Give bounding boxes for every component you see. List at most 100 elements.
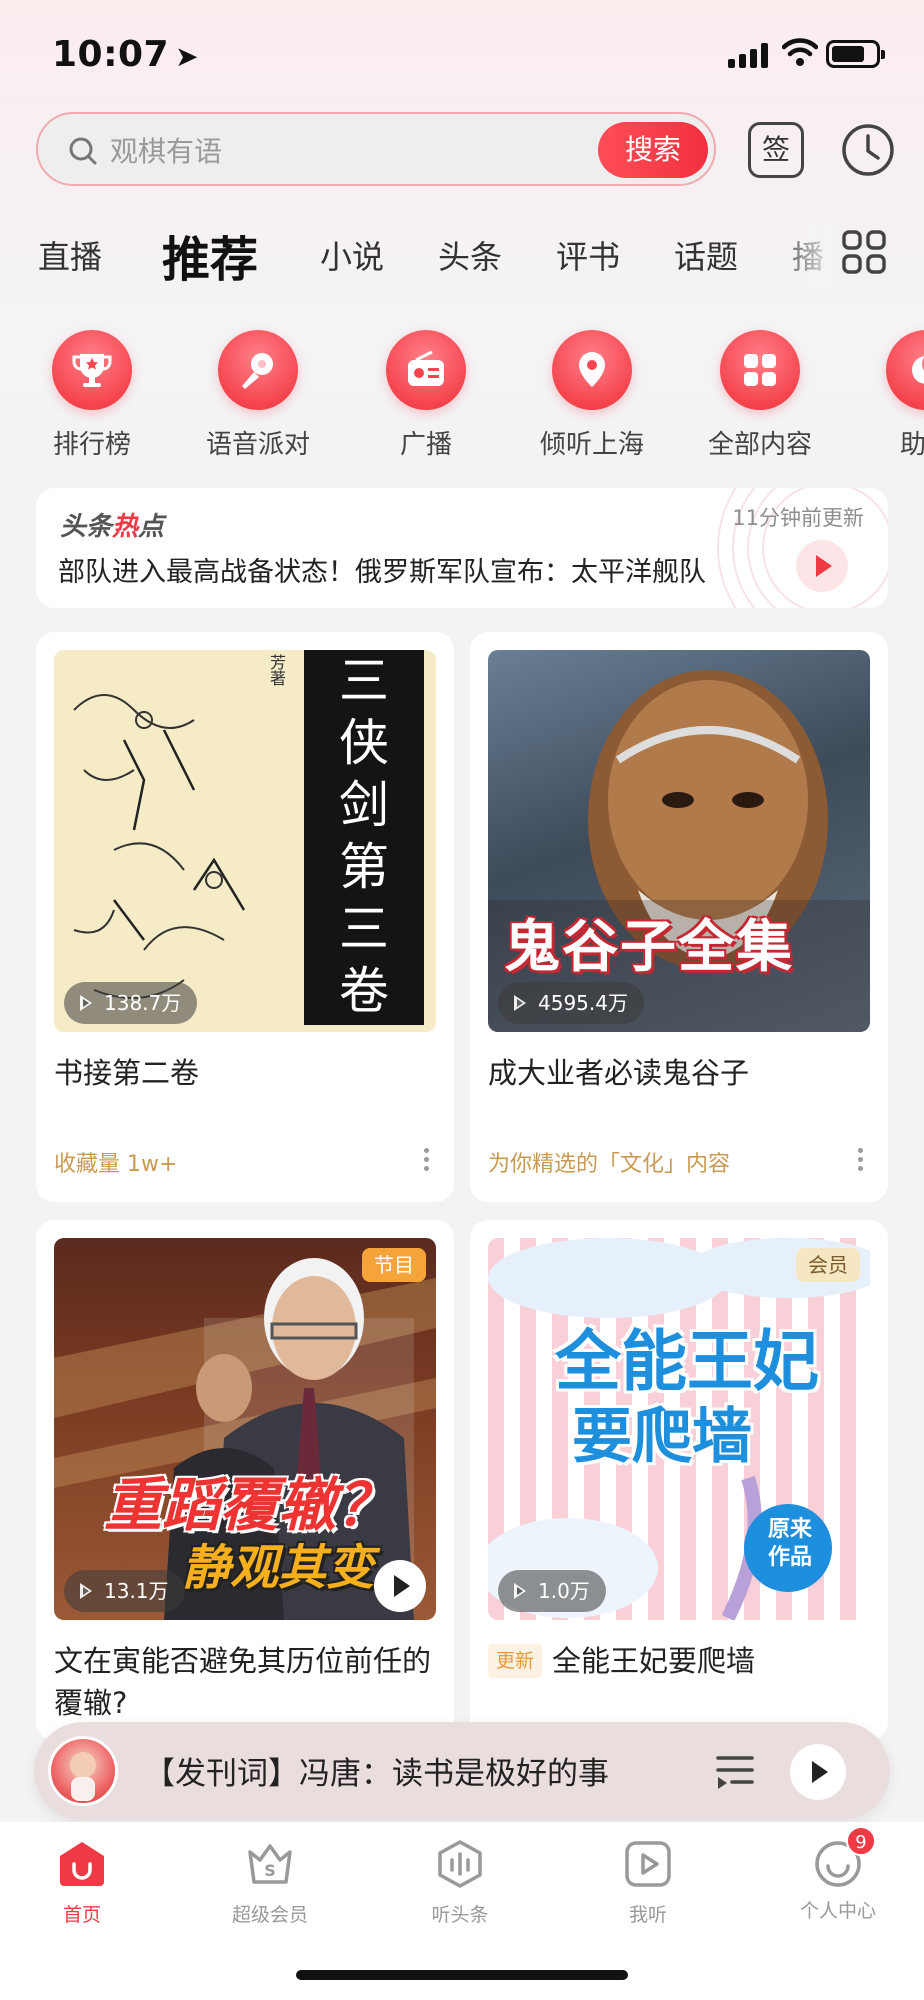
vip-crown-icon: S: [248, 1844, 292, 1884]
cover-title-line2: 要爬墙: [572, 1402, 752, 1472]
home-indicator: [296, 1970, 628, 1980]
notification-badge: 9: [846, 1826, 876, 1856]
brand-text: 头条: [60, 512, 113, 542]
hot-news-brand: 头条热点: [60, 506, 164, 543]
mini-player[interactable]: 【发刊词】冯唐：读书是极好的事: [34, 1722, 890, 1820]
category-ranking[interactable]: 排行榜: [32, 330, 152, 461]
cover-image: 三侠剑第三卷 芳著 138.7万: [54, 650, 436, 1032]
nav-label: 听头条: [431, 1904, 489, 1926]
cover-badge-text: 原来作品: [767, 1517, 812, 1570]
category-listen-shanghai[interactable]: 倾听上海: [532, 330, 652, 461]
content-card[interactable]: 鬼谷子全集 4595.4万 成大业者必读鬼谷子 为你精选的「文化」内容: [470, 632, 888, 1202]
status-time: 10:07 ➤: [52, 34, 199, 75]
search-icon: [69, 137, 97, 165]
cover-image: 重蹈覆辙？ 静观其变 节目 13.1万: [54, 1238, 436, 1620]
location-arrow-icon: ➤: [175, 40, 200, 73]
nav-my-listening[interactable]: 我听: [578, 1838, 718, 1927]
svg-text:S: S: [264, 1861, 276, 1880]
status-bar: 10:07 ➤: [0, 0, 924, 110]
play-square-icon: [625, 1841, 671, 1887]
nav-super-vip[interactable]: S 超级会员: [200, 1838, 340, 1927]
card-meta: 为你精选的「文化」内容: [488, 1152, 731, 1177]
card-title[interactable]: 全能王妃要爬墙: [552, 1640, 755, 1682]
moon-icon: [886, 330, 924, 410]
tab-fade: [768, 220, 838, 290]
sign-in-button[interactable]: 签: [748, 122, 804, 178]
play-count: 138.7万: [64, 982, 198, 1024]
cover-title-text: 三侠剑第三卷: [339, 652, 389, 1020]
cover-image: 鬼谷子全集 4595.4万: [488, 650, 870, 1032]
vip-tag: 会员: [796, 1248, 860, 1282]
card-title-row[interactable]: 更新 全能王妃要爬墙: [488, 1640, 870, 1682]
microphone-icon: [218, 330, 298, 410]
hot-news-headline[interactable]: 部队进入最高战备状态！俄罗斯军队宣布：太平洋舰队: [58, 550, 798, 589]
play-count: 1.0万: [498, 1570, 606, 1612]
nav-home[interactable]: 首页: [12, 1838, 152, 1927]
nav-label: 首页: [62, 1904, 101, 1926]
card-title[interactable]: 文在寅能否避免其历位前任的覆辙?: [54, 1640, 436, 1724]
nav-profile[interactable]: 9 个人中心: [768, 1826, 908, 1923]
now-playing-title[interactable]: 【发刊词】冯唐：读书是极好的事: [144, 1748, 704, 1793]
battery-icon: [826, 40, 885, 68]
category-label: 助眠: [899, 430, 924, 460]
tab-topics[interactable]: 话题: [674, 232, 738, 278]
playlist-icon[interactable]: [714, 1752, 756, 1792]
play-button-icon[interactable]: [374, 1560, 426, 1612]
content-card[interactable]: 全能王妃 要爬墙 原来作品 会员 1.0万 更新 全能王妃要爬墙: [470, 1220, 888, 1740]
update-tag: 更新: [488, 1644, 543, 1678]
cover-image: 全能王妃 要爬墙 原来作品 会员 1.0万: [488, 1238, 870, 1620]
tab-novel[interactable]: 小说: [320, 232, 384, 278]
more-options-icon[interactable]: [424, 1148, 430, 1174]
play-count: 13.1万: [64, 1570, 185, 1612]
nav-label: 超级会员: [231, 1904, 308, 1926]
home-icon: [60, 1842, 104, 1886]
tab-storytelling[interactable]: 评书: [556, 232, 620, 278]
radio-icon: [386, 330, 466, 410]
search-bar[interactable]: 观棋有语 搜索: [36, 112, 716, 186]
cover-author: 芳著: [267, 654, 286, 686]
all-channels-grid-icon[interactable]: [842, 230, 886, 274]
channel-tabs: 直播 推荐 小说 头条 评书 话题 播: [0, 220, 924, 296]
nav-label: 个人中心: [799, 1900, 876, 1922]
location-pin-icon: [552, 330, 632, 410]
card-meta: 收藏量 1w+: [54, 1152, 178, 1177]
category-label: 排行榜: [52, 430, 131, 460]
play-icon[interactable]: [796, 540, 848, 592]
category-label: 广播: [399, 430, 452, 460]
wifi-icon: [782, 38, 818, 66]
audio-wave-icon: [438, 1840, 482, 1888]
profile-icon: 9: [812, 1826, 876, 1890]
content-card[interactable]: 重蹈覆辙？ 静观其变 节目 13.1万 文在寅能否避免其历位前任的覆辙?: [36, 1220, 454, 1740]
category-radio[interactable]: 广播: [366, 330, 486, 461]
tab-recommend[interactable]: 推荐: [162, 220, 258, 296]
time-text: 10:07: [52, 34, 170, 75]
more-options-icon[interactable]: [858, 1148, 864, 1174]
search-placeholder[interactable]: 观棋有语: [110, 130, 222, 170]
cellular-signal-icon: [728, 42, 768, 68]
category-label: 全部内容: [707, 430, 812, 460]
category-all-content[interactable]: 全部内容: [700, 330, 820, 461]
avatar: [48, 1736, 118, 1806]
cover-title-text: 鬼谷子全集: [504, 915, 794, 980]
tab-headlines[interactable]: 头条: [438, 232, 502, 278]
hot-news-banner[interactable]: 头条热点 11分钟前更新 部队进入最高战备状态！俄罗斯军队宣布：太平洋舰队: [36, 488, 888, 608]
update-time: 11分钟前更新: [732, 506, 864, 530]
category-label: 倾听上海: [539, 430, 644, 460]
card-title[interactable]: 成大业者必读鬼谷子: [488, 1052, 870, 1094]
tab-live[interactable]: 直播: [38, 232, 102, 278]
play-count: 4595.4万: [498, 982, 644, 1024]
nav-label: 我听: [628, 1904, 667, 1926]
program-tag: 节目: [362, 1248, 426, 1282]
search-button[interactable]: 搜索: [598, 122, 708, 178]
card-title[interactable]: 书接第二卷: [54, 1052, 436, 1094]
brand-highlight: 热: [112, 512, 139, 542]
history-clock-icon[interactable]: [840, 122, 896, 178]
category-label: 语音派对: [205, 430, 310, 460]
nav-listen-headlines[interactable]: 听头条: [390, 1838, 530, 1927]
content-card[interactable]: 三侠剑第三卷 芳著 138.7万 书接第二卷 收藏量 1w+: [36, 632, 454, 1202]
category-sleep[interactable]: 助眠: [866, 330, 924, 461]
cover-headline-line2: 静观其变: [182, 1540, 375, 1596]
category-voice-party[interactable]: 语音派对: [198, 330, 318, 461]
trophy-icon: [52, 330, 132, 410]
play-button[interactable]: [790, 1744, 846, 1800]
